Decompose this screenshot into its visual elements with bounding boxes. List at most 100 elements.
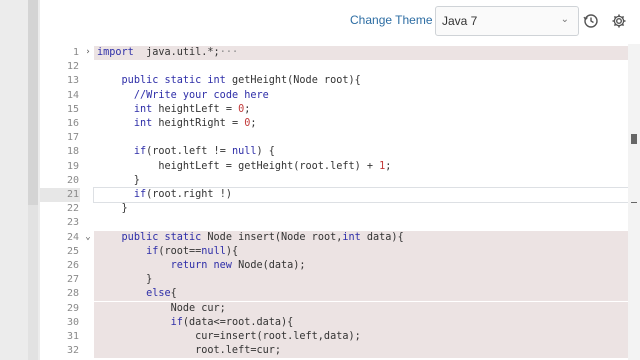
code-text: } xyxy=(97,273,152,287)
code-token: public static int xyxy=(121,75,226,87)
code-token: } xyxy=(97,274,153,286)
code-text: int heightRight = 0; xyxy=(97,117,257,131)
code-line[interactable]: 31 cur=insert(root.left,data); xyxy=(40,330,628,344)
line-gutter: 16 xyxy=(40,117,80,131)
code-token: (root== xyxy=(158,245,202,257)
code-text: if(data<=root.data){ xyxy=(97,316,294,330)
code-text: return new Node(data); xyxy=(97,259,306,273)
code-line[interactable]: 27 } xyxy=(40,273,628,288)
code-line-background xyxy=(94,273,628,288)
code-line[interactable]: 20 } xyxy=(40,173,628,188)
code-editor[interactable]: 1 › import java.util.*;··· 12 13 public stat… xyxy=(40,44,628,360)
code-token: data){ xyxy=(360,231,404,243)
code-line[interactable]: 19 heightLeft = getHeight(root.left) + 1… xyxy=(40,159,628,174)
line-gutter: 28 xyxy=(40,287,80,302)
code-line[interactable]: 25 if(root==null){ xyxy=(40,244,628,259)
code-token: heightLeft = getHeight(root.left) + xyxy=(97,160,380,172)
code-token: int xyxy=(342,231,361,243)
fold-toggle-icon[interactable]: ⌄ xyxy=(83,232,93,242)
line-number: 25 xyxy=(66,245,79,257)
code-line[interactable]: 15 int heightLeft = 0; xyxy=(40,102,628,117)
left-scrollbar-track[interactable] xyxy=(28,205,38,360)
code-line[interactable]: 16 int heightRight = 0; xyxy=(40,117,628,131)
code-token: Node(data); xyxy=(231,260,306,271)
code-line[interactable]: 28 else{ xyxy=(40,287,628,302)
code-token: (data<=root.data){ xyxy=(182,316,294,328)
code-line[interactable]: 30 if(data<=root.data){ xyxy=(40,315,628,330)
left-panel-edge xyxy=(0,0,40,360)
change-theme-link[interactable]: Change Theme xyxy=(350,13,433,27)
code-line[interactable]: 26 return new Node(data); xyxy=(40,259,628,273)
history-icon[interactable] xyxy=(583,13,599,29)
code-token: return new xyxy=(170,260,232,271)
code-token: ; xyxy=(385,160,392,172)
code-token: (root.right !) xyxy=(146,189,232,200)
language-select[interactable]: Java 7 ⌄ xyxy=(435,6,579,36)
code-text: heightLeft = getHeight(root.left) + 1; xyxy=(97,160,391,174)
code-token: ) { xyxy=(256,146,275,158)
line-gutter: 31 xyxy=(40,330,80,344)
code-text: else{ xyxy=(97,287,177,301)
code-line[interactable]: 14 //Write your code here xyxy=(40,88,628,103)
code-line[interactable]: 32 root.left=cur; xyxy=(40,344,628,359)
code-line-background xyxy=(94,202,628,216)
code-line[interactable]: 1 › import java.util.*;··· xyxy=(40,46,628,60)
line-number: 14 xyxy=(66,89,79,101)
code-line[interactable]: 13 public static int getHeight(Node root… xyxy=(40,74,628,89)
line-gutter: 23 xyxy=(40,216,80,231)
code-token: null xyxy=(231,146,257,158)
line-number: 30 xyxy=(66,316,79,328)
code-token: if xyxy=(170,316,183,328)
code-token: int xyxy=(133,118,153,129)
code-line-background xyxy=(94,216,628,230)
code-text: } xyxy=(97,174,140,188)
scrollbar-thumb[interactable] xyxy=(631,134,637,144)
line-number: 24 xyxy=(66,231,79,243)
line-gutter: 24 xyxy=(40,230,80,245)
code-line[interactable]: 23 xyxy=(40,216,628,231)
left-scrollbar-thumb[interactable] xyxy=(28,0,38,205)
code-text: if(root==null){ xyxy=(97,245,238,259)
line-gutter: 20 xyxy=(40,173,80,188)
line-number: 21 xyxy=(66,189,79,200)
editor-toolbar: Change Theme Java 7 ⌄ xyxy=(40,0,640,44)
line-number: 17 xyxy=(66,132,79,144)
line-gutter: 22 xyxy=(40,202,80,217)
code-line[interactable]: 21 if(root.right !) xyxy=(40,187,628,203)
line-number: 16 xyxy=(66,118,79,129)
code-line[interactable]: 29 Node cur; xyxy=(40,301,628,316)
code-token: Node cur; xyxy=(97,302,226,314)
editor-scrollbar[interactable] xyxy=(628,44,640,360)
line-number: 1 xyxy=(72,47,79,58)
code-token: } xyxy=(97,174,140,186)
line-gutter: 12 xyxy=(40,60,80,75)
code-token: import xyxy=(97,47,134,58)
code-token: Node insert(Node root, xyxy=(201,231,343,243)
line-gutter: 25 xyxy=(40,244,80,259)
code-text: //Write your code here xyxy=(97,89,269,103)
line-gutter: 17 xyxy=(40,131,80,146)
code-token: ){ xyxy=(225,245,239,257)
settings-gear-icon[interactable] xyxy=(611,13,627,29)
code-line[interactable]: 22 } xyxy=(40,202,628,217)
code-line[interactable]: 24 ⌄ public static Node insert(Node root,… xyxy=(40,230,628,245)
line-number: 29 xyxy=(66,302,79,314)
code-line[interactable]: 12 xyxy=(40,60,628,75)
code-line[interactable]: 18 if(root.left != null) { xyxy=(40,145,628,160)
line-gutter: 19 xyxy=(40,159,80,174)
line-number: 12 xyxy=(66,61,79,73)
fold-toggle-icon[interactable]: › xyxy=(83,47,93,57)
line-number: 18 xyxy=(66,146,79,158)
code-token: ··· xyxy=(219,47,239,58)
code-text: root.left=cur; xyxy=(97,344,281,358)
code-token: if xyxy=(146,245,159,257)
code-line[interactable]: 17 xyxy=(40,131,628,146)
line-gutter: 26 xyxy=(40,259,80,273)
line-gutter: 1 xyxy=(40,46,80,60)
scrollbar-marker xyxy=(631,202,637,203)
